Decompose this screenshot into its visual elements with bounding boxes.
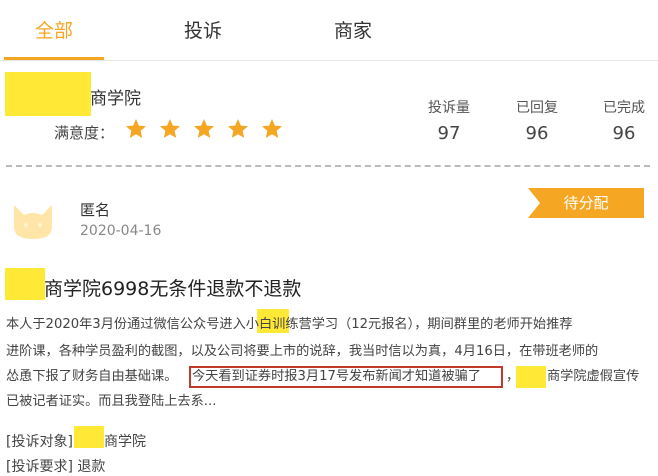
highlight-box [189, 366, 503, 388]
merchant-name[interactable]: 商学院 [90, 84, 141, 109]
tab-all[interactable]: 全部 [35, 16, 73, 43]
complaint-body-line: 本人于2020年3月份通过微信公众号进入小白训练营学习（12元报名），期间群里的… [6, 317, 573, 332]
redacted-body-word [516, 366, 546, 388]
star-icon [126, 119, 146, 138]
stat-value: 96 [525, 123, 549, 144]
complaint-body-line: 已被记者证实。而且我登陆上去系... [6, 394, 217, 409]
stat-value: 96 [612, 123, 636, 144]
complaint-date: 2020-04-16 [80, 223, 162, 239]
active-tab-indicator [4, 57, 104, 60]
stat-label: 已完成 [603, 100, 645, 116]
complaint-title[interactable]: 商学院6998无条件退款不退款 [44, 274, 301, 301]
status-badge: 待分配 [528, 188, 644, 218]
satisfaction-label: 满意度： [54, 124, 115, 142]
stat-complaints: 投诉量 97 [409, 97, 489, 144]
star-icon [160, 119, 180, 138]
satisfaction-stars [124, 117, 284, 141]
section-divider [6, 165, 650, 167]
redacted-title-prefix [5, 268, 45, 300]
tab-complaints[interactable]: 投诉 [184, 16, 222, 43]
stat-value: 97 [437, 123, 461, 144]
tab-merchants[interactable]: 商家 [334, 16, 372, 43]
star-icon [228, 119, 248, 138]
complaint-target-value[interactable]: 商学院 [104, 431, 146, 451]
complaint-body-line: 进阶课，各种学员盈利的截图，以及公司将要上市的说辞，我当时信以为真，4月16日，… [6, 344, 599, 359]
star-icon [194, 119, 214, 138]
stat-completed: 已完成 96 [584, 97, 658, 144]
complaint-body-line: 怂恿下报了财务自由基础课。 [6, 369, 178, 384]
stat-replied: 已回复 96 [497, 97, 577, 144]
cat-avatar-icon [14, 205, 52, 239]
complaint-user: 匿名 [80, 201, 111, 219]
redacted-merchant-name [5, 72, 91, 116]
tab-bar: 全部 投诉 商家 [0, 0, 658, 61]
complaint-target-key: [投诉对象] [6, 434, 73, 450]
redacted-target-name [74, 426, 104, 448]
complaint-body-line: 商学院虚假宣传 [547, 369, 640, 384]
stat-label: 投诉量 [428, 100, 470, 116]
complaint-target-row: [投诉对象] [6, 431, 73, 451]
star-icon [262, 119, 282, 138]
complaint-demand-row: [投诉要求] 退款 [6, 456, 105, 476]
stat-label: 已回复 [516, 100, 558, 116]
complaint-demand-value: 退款 [77, 459, 106, 475]
complaint-demand-key: [投诉要求] [6, 459, 73, 475]
